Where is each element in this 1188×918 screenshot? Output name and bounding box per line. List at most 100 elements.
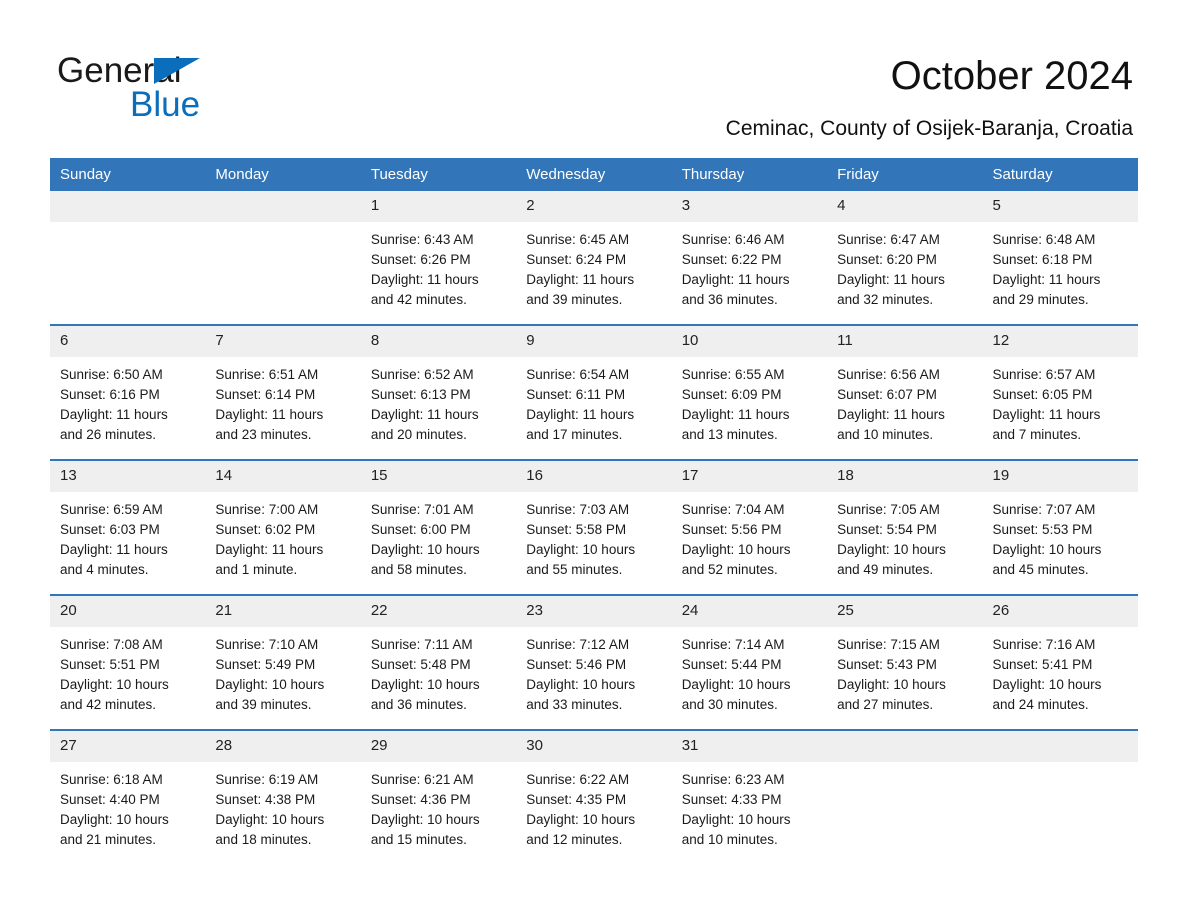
day-number xyxy=(205,191,361,222)
calendar-day-cell-empty xyxy=(50,191,206,325)
sunrise-time: Sunrise: 7:07 AM xyxy=(992,502,1096,517)
sunrise-time: Sunrise: 7:01 AM xyxy=(370,502,474,517)
calendar-day-cell[interactable]: 15 Sunrise: 7:01 AM Sunset: 6:00 PM Dayligh… xyxy=(360,459,517,595)
calendar-day-cell[interactable]: 18 Sunrise: 7:05 AM Sunset: 5:54 PM Dayligh… xyxy=(827,459,983,595)
day-number: 21 xyxy=(205,596,361,627)
sunrise-time: Sunrise: 7:15 AM xyxy=(837,637,940,652)
calendar-day-cell[interactable]: 21 Sunrise: 7:10 AM Sunset: 5:49 PM Dayligh… xyxy=(205,594,361,730)
calendar-day-cell[interactable]: 6 Sunrise: 6:50 AM Sunset: 6:16 PM Daylight… xyxy=(50,324,206,460)
sunset-time: Sunset: 5:58 PM xyxy=(526,522,627,537)
day-number xyxy=(827,731,983,762)
calendar-day-cell[interactable]: 20 Sunrise: 7:08 AM Sunset: 5:51 PM Dayligh… xyxy=(50,594,206,730)
calendar-day-cell[interactable]: 29 Sunrise: 6:21 AM Sunset: 4:36 PM Dayligh… xyxy=(360,729,517,864)
weekday-header-monday: Monday xyxy=(205,158,361,191)
sunrise-time: Sunrise: 7:04 AM xyxy=(681,502,785,517)
sunset-time: Sunset: 4:38 PM xyxy=(215,792,316,807)
daylight-duration-line2: and 55 minutes. xyxy=(526,562,623,577)
day-info: Sunrise: 6:21 AM Sunset: 4:36 PM Daylight:… xyxy=(361,762,516,850)
calendar-day-cell[interactable]: 17 Sunrise: 7:04 AM Sunset: 5:56 PM Dayligh… xyxy=(671,459,828,595)
day-number: 17 xyxy=(671,461,828,492)
calendar-day-cell[interactable]: 26 Sunrise: 7:16 AM Sunset: 5:41 PM Dayligh… xyxy=(982,594,1138,730)
calendar-day-cell[interactable]: 16 Sunrise: 7:03 AM Sunset: 5:58 PM Dayligh… xyxy=(516,459,672,595)
day-info: Sunrise: 6:59 AM Sunset: 6:03 PM Daylight:… xyxy=(50,492,205,580)
calendar-day-cell[interactable]: 3 Sunrise: 6:46 AM Sunset: 6:22 PM Daylight… xyxy=(671,191,828,325)
calendar-day-cell[interactable]: 13 Sunrise: 6:59 AM Sunset: 6:03 PM Dayligh… xyxy=(50,459,206,595)
day-info: Sunrise: 7:10 AM Sunset: 5:49 PM Daylight:… xyxy=(205,627,360,715)
sunset-time: Sunset: 5:56 PM xyxy=(681,522,782,537)
weekday-header-saturday: Saturday xyxy=(982,158,1138,191)
daylight-duration-line2: and 23 minutes. xyxy=(215,427,312,442)
calendar-day-cell[interactable]: 1 Sunrise: 6:43 AM Sunset: 6:26 PM Daylight… xyxy=(360,191,517,325)
daylight-duration-line1: Daylight: 11 hours xyxy=(370,407,479,422)
calendar-day-cell[interactable]: 9 Sunrise: 6:54 AM Sunset: 6:11 PM Daylight… xyxy=(516,324,672,460)
daylight-duration-line1: Daylight: 11 hours xyxy=(60,407,168,422)
calendar-day-cell[interactable]: 10 Sunrise: 6:55 AM Sunset: 6:09 PM Dayligh… xyxy=(671,324,828,460)
day-number: 13 xyxy=(50,461,206,492)
daylight-duration-line2: and 20 minutes. xyxy=(370,427,467,442)
sunrise-time: Sunrise: 6:54 AM xyxy=(526,367,630,382)
day-info: Sunrise: 6:56 AM Sunset: 6:07 PM Daylight:… xyxy=(827,357,982,445)
calendar-day-cell[interactable]: 19 Sunrise: 7:07 AM Sunset: 5:53 PM Dayligh… xyxy=(982,459,1138,595)
calendar-day-cell[interactable]: 23 Sunrise: 7:12 AM Sunset: 5:46 PM Dayligh… xyxy=(516,594,672,730)
day-info: Sunrise: 7:14 AM Sunset: 5:44 PM Daylight:… xyxy=(672,627,827,715)
day-info: Sunrise: 7:07 AM Sunset: 5:53 PM Daylight:… xyxy=(983,492,1138,580)
calendar-day-cell[interactable]: 25 Sunrise: 7:15 AM Sunset: 5:43 PM Dayligh… xyxy=(827,594,983,730)
calendar-day-cell[interactable]: 4 Sunrise: 6:47 AM Sunset: 6:20 PM Daylight… xyxy=(827,191,983,325)
daylight-duration-line1: Daylight: 10 hours xyxy=(526,542,636,557)
day-number: 6 xyxy=(50,326,206,357)
day-info: Sunrise: 6:55 AM Sunset: 6:09 PM Daylight:… xyxy=(672,357,827,445)
daylight-duration-line2: and 45 minutes. xyxy=(992,562,1089,577)
daylight-duration-line1: Daylight: 11 hours xyxy=(837,272,945,287)
sunset-time: Sunset: 5:51 PM xyxy=(60,657,160,672)
calendar-day-cell-empty xyxy=(827,729,983,864)
weekday-header-wednesday: Wednesday xyxy=(516,158,672,191)
sunset-time: Sunset: 5:49 PM xyxy=(215,657,316,672)
daylight-duration-line2: and 36 minutes. xyxy=(681,292,778,307)
calendar-day-cell[interactable]: 7 Sunrise: 6:51 AM Sunset: 6:14 PM Daylight… xyxy=(205,324,361,460)
calendar-day-cell[interactable]: 11 Sunrise: 6:56 AM Sunset: 6:07 PM Dayligh… xyxy=(827,324,983,460)
daylight-duration-line2: and 10 minutes. xyxy=(681,832,778,847)
daylight-duration-line2: and 27 minutes. xyxy=(837,697,934,712)
calendar-day-cell[interactable]: 8 Sunrise: 6:52 AM Sunset: 6:13 PM Daylight… xyxy=(360,324,517,460)
page-title: October 2024 xyxy=(890,54,1133,98)
day-number: 27 xyxy=(50,731,206,762)
sunset-time: Sunset: 4:36 PM xyxy=(370,792,471,807)
calendar-day-cell[interactable]: 24 Sunrise: 7:14 AM Sunset: 5:44 PM Dayligh… xyxy=(671,594,828,730)
day-info: Sunrise: 6:46 AM Sunset: 6:22 PM Daylight:… xyxy=(672,222,827,310)
calendar-day-cell[interactable]: 22 Sunrise: 7:11 AM Sunset: 5:48 PM Dayligh… xyxy=(360,594,517,730)
calendar-day-cell[interactable]: 30 Sunrise: 6:22 AM Sunset: 4:35 PM Dayligh… xyxy=(516,729,672,864)
sunrise-time: Sunrise: 6:43 AM xyxy=(370,232,474,247)
calendar-day-cell[interactable]: 12 Sunrise: 6:57 AM Sunset: 6:05 PM Dayligh… xyxy=(982,324,1138,460)
daylight-duration-line2: and 42 minutes. xyxy=(370,292,467,307)
sunset-time: Sunset: 6:00 PM xyxy=(370,522,471,537)
sunrise-time: Sunrise: 6:45 AM xyxy=(526,232,630,247)
calendar-day-cell[interactable]: 31 Sunrise: 6:23 AM Sunset: 4:33 PM Dayligh… xyxy=(671,729,828,864)
day-info: Sunrise: 6:22 AM Sunset: 4:35 PM Daylight:… xyxy=(516,762,671,850)
day-number: 19 xyxy=(982,461,1138,492)
sunset-time: Sunset: 4:40 PM xyxy=(60,792,160,807)
daylight-duration-line1: Daylight: 10 hours xyxy=(215,677,325,692)
daylight-duration-line2: and 32 minutes. xyxy=(837,292,934,307)
weekday-header-tuesday: Tuesday xyxy=(360,158,517,191)
calendar-day-cell[interactable]: 2 Sunrise: 6:45 AM Sunset: 6:24 PM Daylight… xyxy=(516,191,672,325)
daylight-duration-line1: Daylight: 11 hours xyxy=(681,272,790,287)
daylight-duration-line1: Daylight: 11 hours xyxy=(526,407,635,422)
calendar-day-cell[interactable]: 14 Sunrise: 7:00 AM Sunset: 6:02 PM Dayligh… xyxy=(205,459,361,595)
calendar-week-row: 20 Sunrise: 7:08 AM Sunset: 5:51 PM Dayligh… xyxy=(50,594,1138,730)
calendar-day-cell[interactable]: 28 Sunrise: 6:19 AM Sunset: 4:38 PM Dayligh… xyxy=(205,729,361,864)
daylight-duration-line1: Daylight: 10 hours xyxy=(992,677,1102,692)
daylight-duration-line2: and 52 minutes. xyxy=(681,562,778,577)
day-info: Sunrise: 7:03 AM Sunset: 5:58 PM Daylight:… xyxy=(516,492,671,580)
day-info: Sunrise: 7:12 AM Sunset: 5:46 PM Daylight:… xyxy=(516,627,671,715)
calendar-day-cell[interactable]: 5 Sunrise: 6:48 AM Sunset: 6:18 PM Daylight… xyxy=(982,191,1138,325)
daylight-duration-line1: Daylight: 10 hours xyxy=(837,677,946,692)
day-info: Sunrise: 7:01 AM Sunset: 6:00 PM Daylight:… xyxy=(361,492,516,580)
sunset-time: Sunset: 6:26 PM xyxy=(370,252,471,267)
daylight-duration-line2: and 39 minutes. xyxy=(526,292,623,307)
daylight-duration-line1: Daylight: 10 hours xyxy=(992,542,1102,557)
sunset-time: Sunset: 5:54 PM xyxy=(837,522,937,537)
day-number: 14 xyxy=(205,461,361,492)
calendar-day-cell[interactable]: 27 Sunrise: 6:18 AM Sunset: 4:40 PM Dayligh… xyxy=(50,729,206,864)
daylight-duration-line1: Daylight: 10 hours xyxy=(837,542,946,557)
sunrise-time: Sunrise: 6:46 AM xyxy=(681,232,785,247)
